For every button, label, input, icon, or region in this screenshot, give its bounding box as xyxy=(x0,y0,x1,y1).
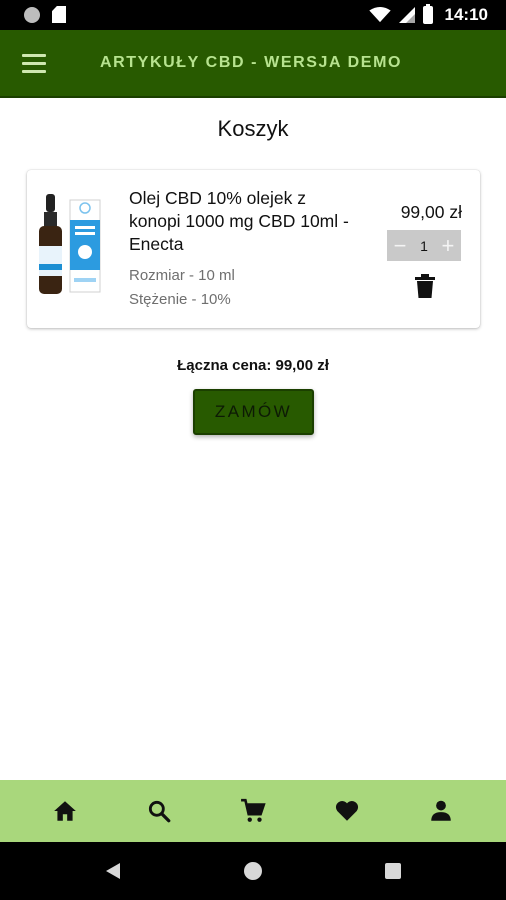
system-navigation-bar xyxy=(0,842,506,900)
cart-icon xyxy=(241,798,266,822)
product-price: 99,00 zł xyxy=(400,202,462,222)
home-button-icon[interactable] xyxy=(244,862,262,880)
back-icon[interactable] xyxy=(104,862,122,880)
product-image[interactable] xyxy=(35,194,117,304)
circle-notification-icon xyxy=(24,6,40,23)
signal-icon xyxy=(398,7,415,23)
increase-quantity-button[interactable]: + xyxy=(439,234,457,256)
status-bar: 14:10 xyxy=(0,0,506,30)
cart-total: Łączna cena: 99,00 zł xyxy=(177,357,329,374)
hamburger-menu-icon[interactable] xyxy=(22,54,46,74)
decrease-quantity-button[interactable]: − xyxy=(391,234,409,256)
app-title: ARTYKUŁY CBD - WERSJA DEMO xyxy=(100,54,403,71)
wifi-icon xyxy=(368,7,391,23)
nav-search[interactable] xyxy=(139,791,179,831)
nav-cart[interactable] xyxy=(233,791,273,831)
sd-card-icon xyxy=(52,6,66,23)
person-icon xyxy=(431,800,451,821)
nav-home[interactable] xyxy=(45,791,85,831)
product-concentration: Stężenie - 10% xyxy=(129,291,231,308)
app-bar: ARTYKUŁY CBD - WERSJA DEMO xyxy=(0,30,506,98)
order-button[interactable]: ZAMÓW xyxy=(193,389,314,435)
cart-item-card: Olej CBD 10% olejek z konopi 1000 mg CBD… xyxy=(27,170,480,328)
quantity-value: 1 xyxy=(420,237,428,254)
heart-icon xyxy=(335,801,359,821)
recent-apps-icon[interactable] xyxy=(385,863,401,879)
trash-icon[interactable] xyxy=(414,274,436,298)
product-name[interactable]: Olej CBD 10% olejek z konopi 1000 mg CBD… xyxy=(129,187,349,256)
page-title: Koszyk xyxy=(217,116,289,141)
home-icon xyxy=(54,801,76,821)
battery-icon xyxy=(422,4,433,24)
search-icon xyxy=(148,800,171,823)
nav-account[interactable] xyxy=(421,791,461,831)
status-time: 14:10 xyxy=(444,5,488,24)
quantity-stepper: − 1 + xyxy=(387,230,461,261)
product-size: Rozmiar - 10 ml xyxy=(129,267,235,284)
nav-favorites[interactable] xyxy=(327,791,367,831)
bottom-navigation xyxy=(0,780,506,842)
